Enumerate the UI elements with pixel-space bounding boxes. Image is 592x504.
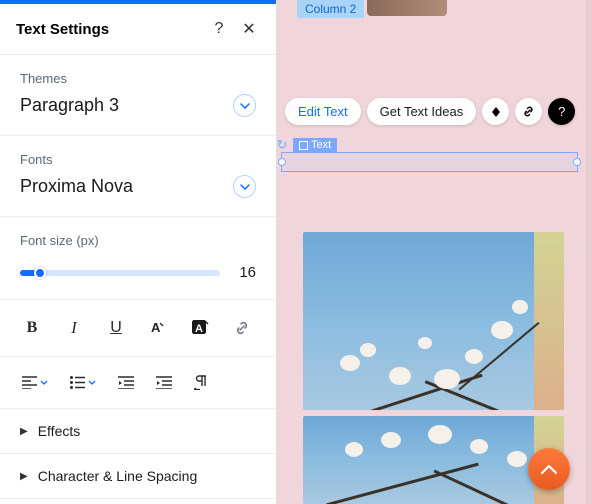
fonts-value: Proxima Nova <box>20 176 133 197</box>
svg-text:A: A <box>151 320 161 335</box>
svg-text:A: A <box>195 323 203 335</box>
paragraph-format-row <box>0 357 276 409</box>
bold-button[interactable]: B <box>22 318 42 338</box>
chevron-down-icon[interactable] <box>233 175 256 198</box>
text-selection-box[interactable] <box>281 152 578 172</box>
text-color-button[interactable]: A <box>148 318 168 338</box>
get-text-ideas-button[interactable]: Get Text Ideas <box>367 98 477 125</box>
resize-handle-right[interactable] <box>573 158 581 166</box>
edit-text-button[interactable]: Edit Text <box>285 98 361 125</box>
themes-value: Paragraph 3 <box>20 95 119 116</box>
fonts-label: Fonts <box>20 152 256 167</box>
scrollbar[interactable] <box>586 0 592 504</box>
element-type-label: Text <box>311 139 331 151</box>
link-circle-button[interactable] <box>515 98 542 125</box>
themes-dropdown[interactable]: Paragraph 3 <box>20 94 256 117</box>
slider-thumb[interactable] <box>34 267 46 279</box>
floating-toolbar: Edit Text Get Text Ideas ? <box>285 98 575 125</box>
italic-button[interactable]: I <box>64 318 84 338</box>
effects-section[interactable]: ▶ Effects <box>0 409 276 454</box>
effects-label: Effects <box>38 423 81 439</box>
resize-handle-left[interactable] <box>278 158 286 166</box>
panel-title: Text Settings <box>16 21 200 38</box>
underline-button[interactable]: U <box>106 318 126 338</box>
list-dropdown[interactable] <box>70 376 96 389</box>
text-style-row: B I U A A <box>0 300 276 357</box>
element-type-tag: Text <box>293 138 337 152</box>
themes-label: Themes <box>20 71 256 86</box>
indent-button[interactable] <box>156 376 172 389</box>
spacing-label: Character & Line Spacing <box>38 468 198 484</box>
text-settings-panel: Text Settings ? ✕ Themes Paragraph 3 Fon… <box>0 0 277 504</box>
fontsize-value[interactable]: 16 <box>232 264 256 281</box>
close-icon[interactable]: ✕ <box>238 18 260 40</box>
fonts-section: Fonts Proxima Nova <box>0 136 276 217</box>
fontsize-label: Font size (px) <box>20 233 256 248</box>
animation-button[interactable] <box>482 98 509 125</box>
editor-canvas[interactable]: Column 2 Edit Text Get Text Ideas ? ↻ Te… <box>277 0 592 504</box>
themes-section: Themes Paragraph 3 <box>0 55 276 136</box>
chevron-down-icon[interactable] <box>233 94 256 117</box>
canvas-image[interactable] <box>303 416 564 504</box>
fonts-dropdown[interactable]: Proxima Nova <box>20 175 256 198</box>
text-direction-button[interactable] <box>194 375 208 390</box>
scroll-top-fab[interactable] <box>528 448 570 490</box>
caret-right-icon: ▶ <box>20 471 28 482</box>
panel-header: Text Settings ? ✕ <box>0 4 276 55</box>
canvas-image[interactable] <box>303 232 564 410</box>
outdent-button[interactable] <box>118 376 134 389</box>
spacing-section[interactable]: ▶ Character & Line Spacing <box>0 454 276 499</box>
caret-right-icon: ▶ <box>20 426 28 437</box>
align-dropdown[interactable] <box>22 376 48 389</box>
help-circle-button[interactable]: ? <box>548 98 575 125</box>
help-icon[interactable]: ? <box>208 18 230 40</box>
column-label[interactable]: Column 2 <box>297 0 364 18</box>
fontsize-section: Font size (px) 16 <box>0 217 276 300</box>
link-button[interactable] <box>232 318 252 338</box>
fontsize-slider[interactable] <box>20 270 220 276</box>
image-thumbnail[interactable] <box>367 0 447 16</box>
rotate-handle-icon[interactable]: ↻ <box>277 138 289 152</box>
highlight-button[interactable]: A <box>190 318 210 338</box>
